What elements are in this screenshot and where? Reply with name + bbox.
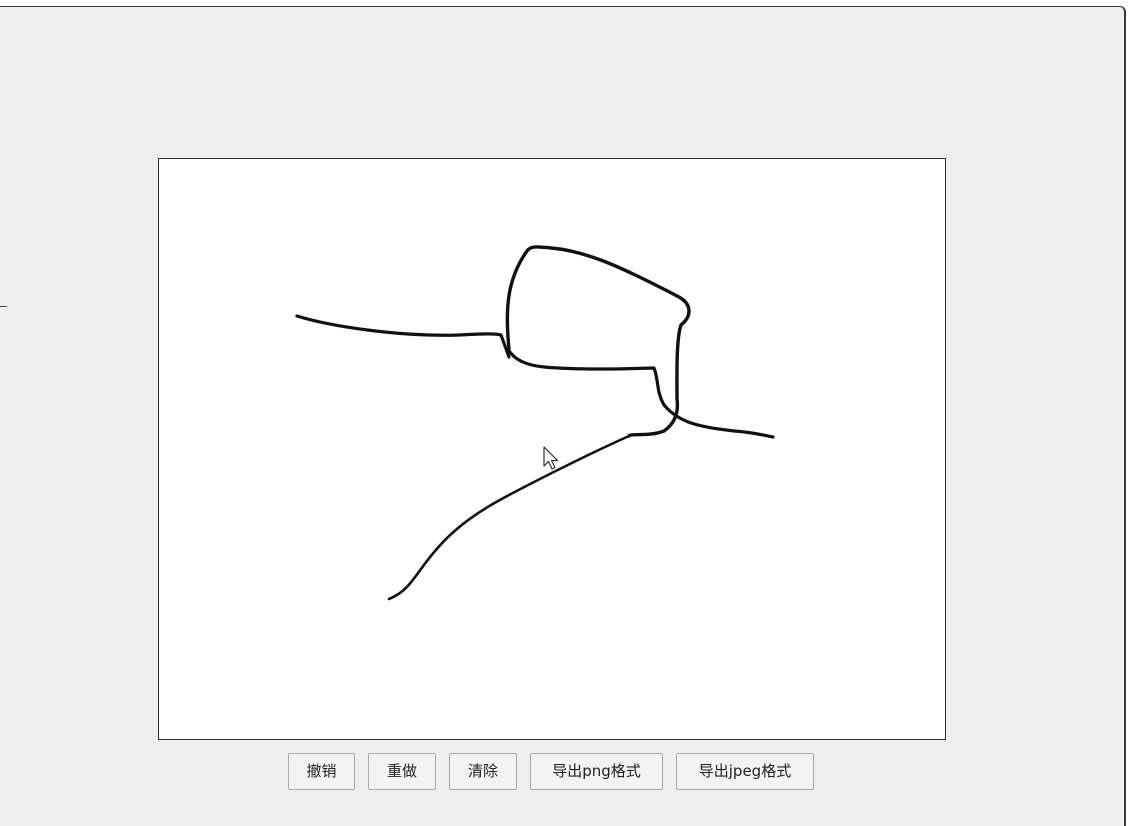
drawing-stroke bbox=[387, 434, 631, 601]
redo-button[interactable]: 重做 bbox=[368, 753, 436, 790]
drawing-canvas[interactable] bbox=[158, 158, 946, 740]
drawing-stroke bbox=[507, 349, 775, 439]
undo-button[interactable]: 撤销 bbox=[288, 753, 355, 790]
clear-button[interactable]: 清除 bbox=[449, 753, 517, 790]
drawing-stroke bbox=[505, 245, 691, 438]
drawing-stroke bbox=[295, 314, 511, 359]
app-window: 撤销 重做 清除 导出png格式 导出jpeg格式 bbox=[0, 6, 1126, 826]
export-jpeg-button[interactable]: 导出jpeg格式 bbox=[676, 753, 814, 790]
mouse-pointer-icon bbox=[543, 446, 559, 470]
export-png-button[interactable]: 导出png格式 bbox=[530, 753, 663, 790]
toolbar: 撤销 重做 清除 导出png格式 导出jpeg格式 bbox=[288, 753, 814, 790]
window-edge-tick bbox=[0, 306, 7, 307]
